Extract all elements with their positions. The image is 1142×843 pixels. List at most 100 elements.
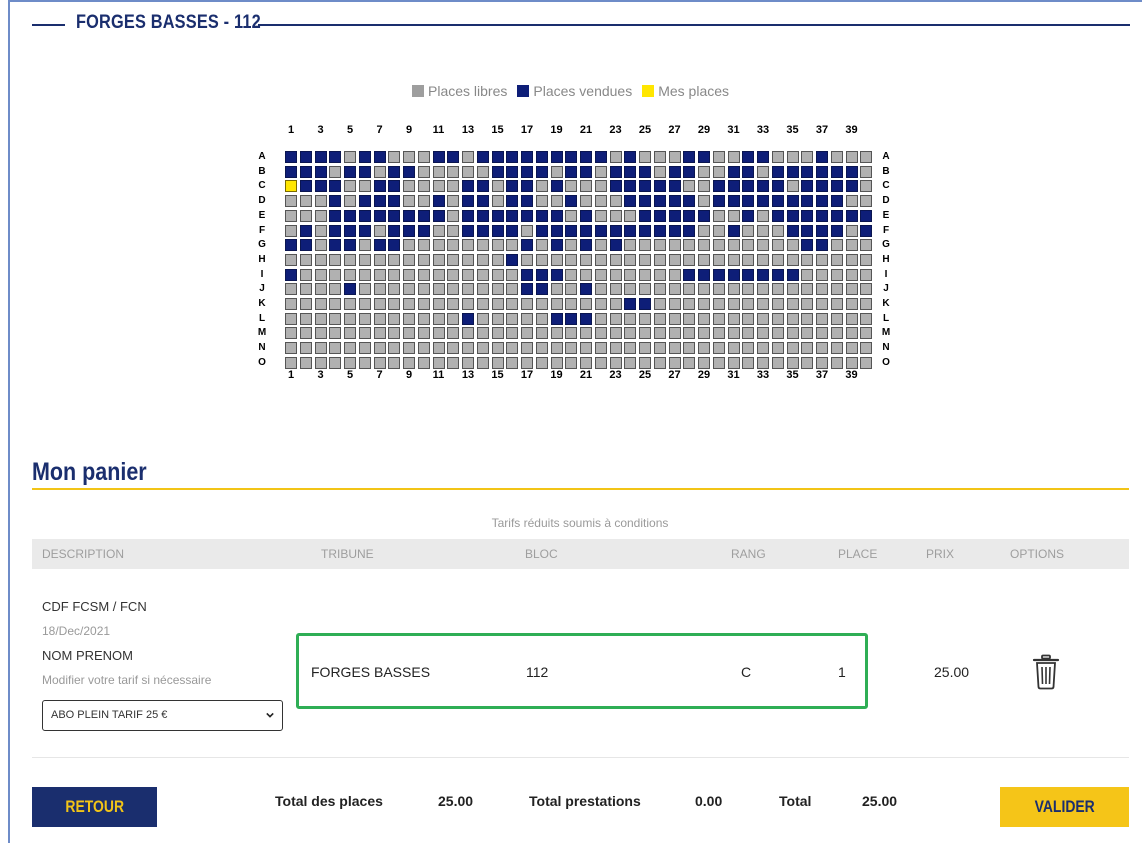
seat-free[interactable]	[830, 253, 843, 266]
seat-free[interactable]	[830, 327, 843, 340]
seat-free[interactable]	[403, 312, 415, 325]
seat-free[interactable]	[462, 327, 474, 340]
seat-free[interactable]	[432, 312, 445, 325]
seat-free[interactable]	[609, 342, 622, 355]
seat-free[interactable]	[535, 312, 548, 325]
seat-free[interactable]	[816, 312, 828, 325]
seat-free[interactable]	[344, 356, 356, 369]
seat-free[interactable]	[609, 268, 622, 281]
seat-free[interactable]	[462, 283, 474, 296]
seat-free[interactable]	[550, 165, 563, 178]
seat-free[interactable]	[830, 298, 843, 310]
seat-free[interactable]	[447, 239, 460, 252]
seat-free[interactable]	[742, 356, 755, 369]
seat-free[interactable]	[299, 253, 312, 266]
seat-free[interactable]	[712, 342, 725, 355]
seat-free[interactable]	[580, 253, 592, 266]
seat-free[interactable]	[594, 195, 607, 208]
seat-free[interactable]	[491, 356, 504, 369]
seat-free[interactable]	[771, 239, 784, 252]
seat-free[interactable]	[462, 268, 474, 281]
seat-free[interactable]	[388, 298, 401, 310]
seat-free[interactable]	[299, 312, 312, 325]
seat-free[interactable]	[417, 298, 430, 310]
seat-free[interactable]	[344, 342, 356, 355]
seat-free[interactable]	[432, 180, 445, 193]
seat-free[interactable]	[476, 327, 489, 340]
seat-free[interactable]	[403, 253, 415, 266]
seat-free[interactable]	[388, 253, 401, 266]
seat-free[interactable]	[801, 283, 814, 296]
seat-free[interactable]	[594, 312, 607, 325]
seat-free[interactable]	[565, 239, 578, 252]
tarif-select[interactable]: ABO PLEIN TARIF 25 €	[42, 700, 283, 731]
seat-free[interactable]	[801, 253, 814, 266]
seat-free[interactable]	[594, 209, 607, 222]
seat-free[interactable]	[801, 327, 814, 340]
seat-free[interactable]	[801, 312, 814, 325]
seat-free[interactable]	[565, 283, 578, 296]
seat-free[interactable]	[580, 180, 592, 193]
seat-free[interactable]	[403, 195, 415, 208]
seat-free[interactable]	[771, 298, 784, 310]
seat-free[interactable]	[344, 312, 356, 325]
seat-free[interactable]	[580, 195, 592, 208]
seat-free[interactable]	[580, 356, 592, 369]
seat-free[interactable]	[742, 298, 755, 310]
seat-free[interactable]	[476, 356, 489, 369]
seat-free[interactable]	[491, 312, 504, 325]
seat-free[interactable]	[550, 253, 563, 266]
seat-free[interactable]	[447, 195, 460, 208]
seat-free[interactable]	[403, 356, 415, 369]
seat-free[interactable]	[580, 327, 592, 340]
seat-free[interactable]	[491, 298, 504, 310]
seat-free[interactable]	[491, 283, 504, 296]
seat-free[interactable]	[476, 253, 489, 266]
seat-free[interactable]	[594, 268, 607, 281]
seat-free[interactable]	[698, 253, 710, 266]
seat-free[interactable]	[447, 298, 460, 310]
seat-free[interactable]	[329, 342, 342, 355]
seat-free[interactable]	[786, 283, 799, 296]
seat-free[interactable]	[432, 283, 445, 296]
seat-free[interactable]	[373, 283, 386, 296]
seat-free[interactable]	[639, 312, 651, 325]
seat-free[interactable]	[712, 356, 725, 369]
seat-free[interactable]	[639, 283, 651, 296]
seat-free[interactable]	[314, 268, 327, 281]
seat-free[interactable]	[860, 253, 873, 266]
seat-free[interactable]	[698, 239, 710, 252]
seat-free[interactable]	[845, 239, 858, 252]
seat-free[interactable]	[624, 239, 637, 252]
seat-free[interactable]	[594, 342, 607, 355]
seat-free[interactable]	[639, 356, 651, 369]
seat-free[interactable]	[786, 312, 799, 325]
seat-free[interactable]	[639, 253, 651, 266]
seat-free[interactable]	[373, 298, 386, 310]
seat-free[interactable]	[594, 165, 607, 178]
seat-free[interactable]	[594, 283, 607, 296]
seat-free[interactable]	[476, 298, 489, 310]
seat-free[interactable]	[757, 356, 769, 369]
seat-free[interactable]	[771, 283, 784, 296]
seat-free[interactable]	[417, 327, 430, 340]
seat-free[interactable]	[683, 312, 696, 325]
seat-free[interactable]	[683, 283, 696, 296]
seat-free[interactable]	[417, 151, 430, 163]
seat-free[interactable]	[462, 239, 474, 252]
seat-free[interactable]	[373, 342, 386, 355]
seat-free[interactable]	[491, 268, 504, 281]
seat-free[interactable]	[757, 298, 769, 310]
seat-free[interactable]	[712, 327, 725, 340]
seat-free[interactable]	[417, 342, 430, 355]
seat-free[interactable]	[491, 239, 504, 252]
seat-free[interactable]	[550, 342, 563, 355]
seat-free[interactable]	[462, 253, 474, 266]
seat-free[interactable]	[698, 165, 710, 178]
seat-free[interactable]	[476, 239, 489, 252]
seat-free[interactable]	[521, 356, 533, 369]
seat-free[interactable]	[653, 268, 666, 281]
seat-free[interactable]	[388, 268, 401, 281]
seat-free[interactable]	[816, 268, 828, 281]
seat-free[interactable]	[712, 253, 725, 266]
